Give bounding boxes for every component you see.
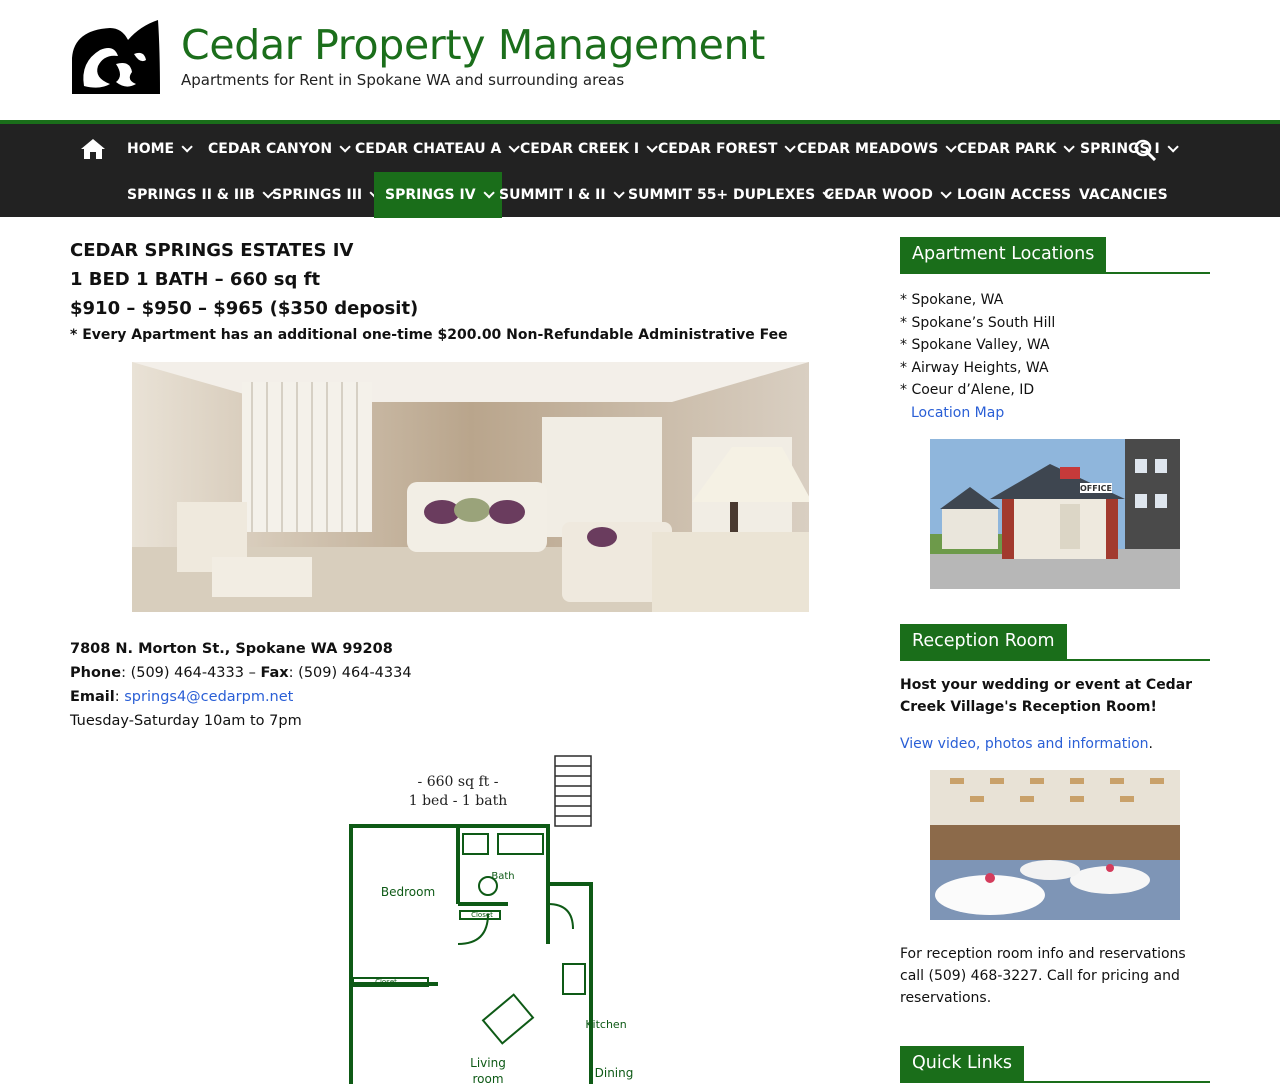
widget-title: Reception Room <box>900 623 1067 659</box>
chevron-down-icon <box>945 141 958 153</box>
nav-item-cedar-forest[interactable]: CEDAR FOREST <box>658 126 797 172</box>
chevron-down-icon <box>181 141 193 153</box>
chevron-down-icon <box>1167 141 1179 153</box>
locations-widget-header: Apartment Locations <box>900 237 1210 274</box>
list-item: * Airway Heights, WA <box>900 359 1049 376</box>
fax-number: (509) 464-4334 <box>298 665 412 681</box>
nav-item-cedar-canyon[interactable]: CEDAR CANYON <box>208 126 351 172</box>
floorplan-bedroom-label: Bedroom <box>381 885 435 899</box>
site-tagline: Apartments for Rent in Spokane WA and su… <box>181 71 625 89</box>
chevron-down-icon <box>1063 141 1076 153</box>
property-heading: CEDAR SPRINGS ESTATES IV <box>70 240 354 261</box>
living-room-photo <box>132 362 809 612</box>
widget-title: Apartment Locations <box>900 237 1107 272</box>
email-link[interactable]: springs4@cedarpm.net <box>124 689 293 705</box>
nav-item-vacancies[interactable]: VACANCIES <box>1079 172 1168 218</box>
reception-contact-text: For reception room info and reservations… <box>900 945 1186 1006</box>
floorplan-bath-label: Bath <box>491 871 514 882</box>
nav-item-springs-i[interactable]: SPRINGS I <box>1080 126 1179 172</box>
chevron-down-icon <box>508 141 521 153</box>
nav-label: CEDAR CANYON <box>208 141 333 157</box>
floor-plan-image: - 660 sq ft - 1 bed - 1 bath Bedroom Bat… <box>349 755 634 1084</box>
nav-item-cedar-meadows[interactable]: CEDAR MEADOWS <box>797 126 958 172</box>
reception-link-suffix: . <box>1148 735 1153 752</box>
nav-item-springs-ii-iib[interactable]: SPRINGS II & IIB <box>127 172 274 218</box>
floorplan-closet-label: Closet <box>375 978 397 986</box>
list-item: * Spokane, WA <box>900 292 1004 308</box>
chevron-down-icon <box>940 187 952 199</box>
nav-label: SUMMIT I & II <box>499 187 606 203</box>
office-sign-text: OFFICE <box>1080 484 1112 493</box>
site-title[interactable]: Cedar Property Management <box>181 18 765 72</box>
chevron-down-icon <box>339 141 351 153</box>
nav-row-2: SPRINGS II & IIB SPRINGS III SPRINGS IV … <box>0 172 1280 218</box>
nav-label: HOME <box>127 141 175 157</box>
floorplan-size-text: - 660 sq ft - <box>418 774 499 790</box>
unit-description: 1 BED 1 BATH – 660 sq ft <box>70 269 321 290</box>
nav-item-cedar-wood[interactable]: CEDAR WOOD <box>824 172 952 218</box>
nav-item-springs-iv[interactable]: SPRINGS IV <box>374 172 502 218</box>
contact-info: 7808 N. Morton St., Spokane WA 99208 Pho… <box>70 637 412 733</box>
nav-label: SPRINGS II & IIB <box>127 187 255 203</box>
floorplan-living-label: Living <box>470 1056 506 1070</box>
nav-item-cedar-chateau-a[interactable]: CEDAR CHATEAU A <box>355 126 521 172</box>
nav-label: SPRINGS III <box>272 187 363 203</box>
floorplan-closet-label: Closet <box>471 911 493 919</box>
phone-number[interactable]: (509) 464-4333 <box>131 665 244 681</box>
floorplan-bed-bath-text: 1 bed - 1 bath <box>409 793 508 809</box>
nav-label: CEDAR WOOD <box>824 187 933 203</box>
nav-label: CEDAR CREEK I <box>520 141 640 157</box>
nav-item-springs-iii[interactable]: SPRINGS III <box>272 172 381 218</box>
locations-list: * Spokane, WA * Spokane’s South Hill * S… <box>900 289 1210 402</box>
nav-item-summit-i-ii[interactable]: SUMMIT I & II <box>499 172 625 218</box>
main-content: CEDAR SPRINGS ESTATES IV 1 BED 1 BATH – … <box>70 236 850 1084</box>
cedar-logo[interactable] <box>70 20 162 96</box>
reception-link-line: View video, photos and information. <box>900 733 1210 755</box>
nav-label: CEDAR FOREST <box>658 141 778 157</box>
nav-label: VACANCIES <box>1079 187 1168 203</box>
nav-label: CEDAR MEADOWS <box>797 141 939 157</box>
home-icon[interactable] <box>80 138 106 160</box>
reception-tagline: Host your wedding or event at Cedar Cree… <box>900 676 1193 715</box>
search-icon[interactable] <box>1134 139 1156 161</box>
nav-item-cedar-park[interactable]: CEDAR PARK <box>957 126 1076 172</box>
nav-label: SUMMIT 55+ DUPLEXES <box>628 187 816 203</box>
list-item: * Spokane’s South Hill <box>900 314 1056 331</box>
office-hours: Tuesday-Saturday 10am to 7pm <box>70 713 302 729</box>
nav-label: SPRINGS IV <box>385 187 476 203</box>
reception-info-link[interactable]: View video, photos and information <box>900 736 1149 752</box>
floorplan-kitchen-label: Kitchen <box>585 1018 626 1031</box>
widget-title: Quick Links <box>900 1045 1025 1081</box>
fax-label: Fax <box>260 665 289 681</box>
nav-item-login-access[interactable]: LOGIN ACCESS <box>957 172 1071 218</box>
nav-item-cedar-creek-i[interactable]: CEDAR CREEK I <box>520 126 658 172</box>
list-item: * Spokane Valley, WA <box>900 337 1050 353</box>
email-label: Email <box>70 689 115 705</box>
price-line: $910 – $950 – $965 ($350 deposit) <box>70 298 419 319</box>
nav-label: LOGIN ACCESS <box>957 187 1072 203</box>
nav-item-home[interactable]: HOME <box>127 126 193 172</box>
reception-widget-header: Reception Room <box>900 623 1210 661</box>
sidebar: Apartment Locations * Spokane, WA * Spok… <box>900 237 1210 1083</box>
fee-note: * Every Apartment has an additional one-… <box>70 327 788 343</box>
reception-room-photo[interactable] <box>930 769 1180 920</box>
quick-links-widget-header: Quick Links <box>900 1045 1210 1083</box>
nav-label: CEDAR PARK <box>957 141 1057 157</box>
nav-label: CEDAR CHATEAU A <box>355 141 502 157</box>
chevron-down-icon <box>784 141 797 153</box>
main-navigation: HOME CEDAR CANYON CEDAR CHATEAU A CEDAR … <box>0 120 1280 218</box>
nav-row-1: HOME CEDAR CANYON CEDAR CHATEAU A CEDAR … <box>0 126 1280 172</box>
address: 7808 N. Morton St., Spokane WA 99208 <box>70 641 393 657</box>
chevron-down-icon <box>483 187 495 199</box>
nav-item-summit-55-duplexes[interactable]: SUMMIT 55+ DUPLEXES <box>628 172 834 218</box>
phone-label: Phone <box>70 665 122 681</box>
list-item: * Coeur d’Alene, ID <box>900 382 1035 398</box>
floorplan-room-label: room <box>472 1072 503 1084</box>
floorplan-dining-label: Dining <box>595 1066 634 1080</box>
chevron-down-icon <box>612 187 625 199</box>
office-photo[interactable]: OFFICE <box>930 438 1180 589</box>
location-map-link[interactable]: Location Map <box>911 405 1004 421</box>
site-header: Cedar Property Management Apartments for… <box>0 0 1280 120</box>
chevron-down-icon <box>646 141 658 153</box>
